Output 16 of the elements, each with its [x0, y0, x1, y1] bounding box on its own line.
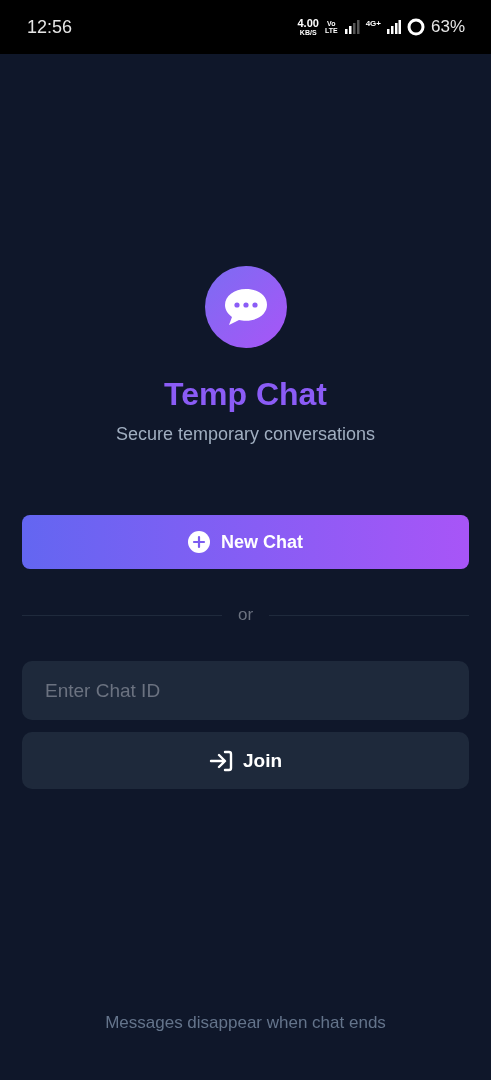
join-button[interactable]: Join: [22, 732, 469, 789]
chat-bubble-icon: [222, 287, 269, 327]
new-chat-button[interactable]: New Chat: [22, 515, 469, 569]
battery-ring-icon: [406, 18, 425, 36]
battery-level: 63%: [430, 17, 465, 37]
app-title: Temp Chat: [164, 375, 327, 414]
login-arrow-icon: [208, 749, 233, 772]
chat-id-field[interactable]: Enter Chat ID: [22, 661, 469, 720]
signal-icon: [386, 20, 401, 34]
network-type: 4G+: [365, 19, 381, 28]
app-subtitle: Secure temporary conversations: [115, 423, 376, 446]
footer-note: Messages disappear when chat ends: [105, 1012, 386, 1034]
status-time: 12:56: [27, 16, 73, 38]
plus-icon: [188, 531, 210, 553]
divider-label: or: [237, 605, 254, 625]
signal-icon: [343, 20, 360, 34]
